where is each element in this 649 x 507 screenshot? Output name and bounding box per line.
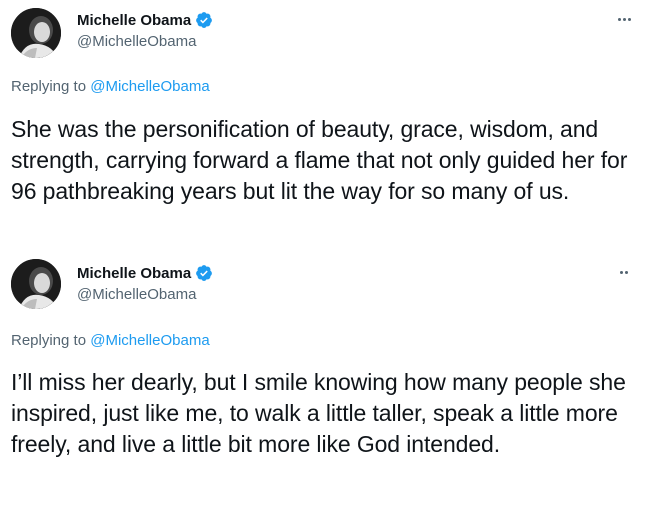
more-horizontal-icon[interactable] (613, 14, 635, 24)
display-name[interactable]: Michelle Obama (77, 265, 191, 282)
verified-badge-icon (195, 264, 213, 282)
author-name-row: Michelle Obama (77, 11, 213, 29)
replying-to-line: Replying to @MichelleObama (11, 332, 210, 349)
replying-to-mention-link[interactable]: @MichelleObama (90, 332, 209, 349)
avatar[interactable] (11, 259, 61, 309)
replying-to-label: Replying to (11, 332, 91, 349)
verified-badge-icon (195, 11, 213, 29)
author-name-row: Michelle Obama (77, 264, 213, 282)
author-handle[interactable]: @MichelleObama (77, 286, 196, 303)
avatar[interactable] (11, 8, 61, 58)
author-handle[interactable]: @MichelleObama (77, 33, 196, 50)
replying-to-line: Replying to @MichelleObama (11, 78, 210, 95)
replying-to-label: Replying to (11, 78, 91, 95)
tweet-text: She was the personification of beauty, g… (11, 116, 628, 204)
more-horizontal-icon[interactable] (613, 267, 635, 277)
display-name[interactable]: Michelle Obama (77, 12, 191, 29)
tweet-text: I’ll miss her dearly, but I smile knowin… (11, 369, 626, 457)
replying-to-mention-link[interactable]: @MichelleObama (90, 78, 209, 95)
tweet[interactable]: Michelle Obama @MichelleObama Replying t… (0, 252, 649, 507)
tweet[interactable]: Michelle Obama @MichelleObama Replying t… (0, 0, 649, 252)
